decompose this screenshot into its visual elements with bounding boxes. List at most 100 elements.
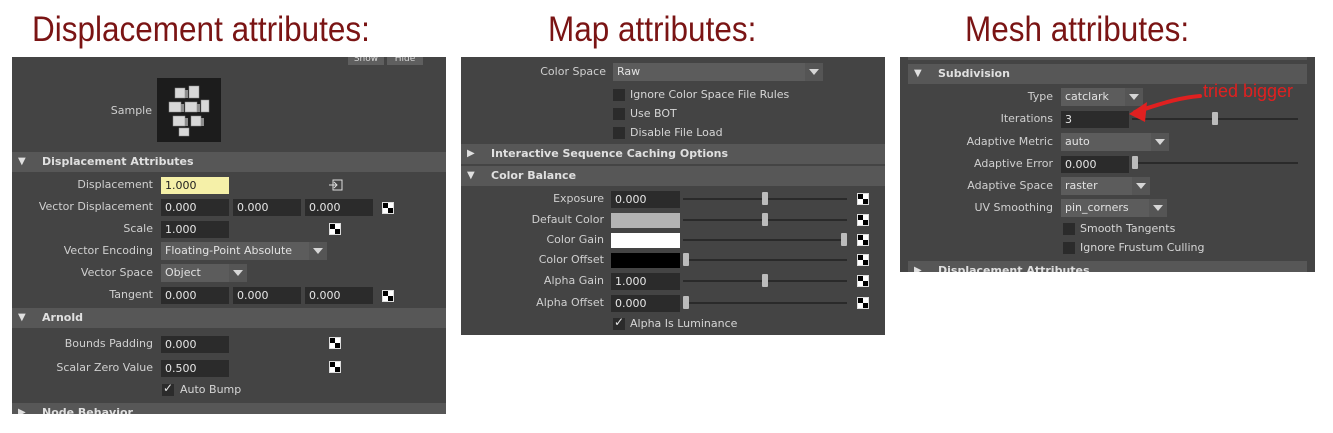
expand-arrow-icon: ▶ (914, 265, 922, 272)
checker-map-icon[interactable] (857, 234, 869, 246)
tangent-label: Tangent (109, 288, 153, 301)
auto-bump-label: Auto Bump (180, 383, 242, 396)
vector-displacement-label: Vector Displacement (38, 200, 153, 213)
auto-bump-checkbox[interactable] (162, 381, 174, 396)
adaptive-metric-label: Adaptive Metric (966, 135, 1053, 148)
displacement-field[interactable]: 1.000 (161, 177, 229, 194)
alpha-gain-slider-handle[interactable] (762, 274, 768, 287)
tangent-x[interactable]: 0.000 (161, 287, 229, 304)
color-offset-label: Color Offset (538, 253, 604, 266)
checker-map-icon[interactable] (857, 193, 869, 205)
expand-arrow-icon: ▶ (467, 148, 475, 159)
color-offset-slider-track[interactable] (683, 259, 847, 261)
section-color-balance[interactable]: ▼ Color Balance (461, 166, 885, 186)
vector-displacement-y[interactable]: 0.000 (233, 199, 301, 216)
adaptive-error-field[interactable]: 0.000 (1061, 156, 1129, 173)
show-button[interactable]: Show (348, 57, 384, 65)
checker-map-icon[interactable] (382, 290, 394, 302)
color-gain-swatch[interactable] (611, 233, 680, 248)
alpha-gain-label: Alpha Gain (543, 274, 604, 287)
expand-arrow-icon: ▶ (18, 407, 26, 414)
adaptive-error-slider-track[interactable] (1132, 162, 1298, 164)
collapse-arrow-icon: ▼ (18, 312, 26, 323)
vector-displacement-x[interactable]: 0.000 (161, 199, 229, 216)
disable-file-load-checkbox[interactable] (613, 127, 625, 139)
vector-encoding-dropdown[interactable]: Floating-Point Absolute (161, 242, 327, 260)
tangent-y[interactable]: 0.000 (233, 287, 301, 304)
displacement-attributes-panel: Show Hide Sample ▼ Displacement Attribut… (12, 57, 446, 414)
exposure-field[interactable]: 0.000 (611, 191, 680, 208)
collapse-arrow-icon: ▼ (18, 156, 26, 167)
alpha-gain-field[interactable]: 1.000 (611, 273, 680, 290)
color-space-label: Color Space (540, 65, 606, 78)
section-displacement-attributes[interactable]: ▼ Displacement Attributes (12, 152, 446, 172)
color-gain-slider-track[interactable] (683, 239, 847, 241)
checker-map-icon[interactable] (329, 223, 341, 235)
alpha-offset-slider-track[interactable] (683, 302, 847, 304)
ignore-frustum-culling-label: Ignore Frustum Culling (1080, 241, 1205, 254)
map-attributes-panel: Color Space Raw Ignore Color Space File … (461, 57, 885, 335)
uv-smoothing-dropdown[interactable]: pin_corners (1061, 199, 1167, 217)
vector-space-label: Vector Space (80, 266, 153, 279)
scale-field[interactable]: 1.000 (161, 221, 229, 238)
bounds-padding-label: Bounds Padding (64, 337, 153, 350)
checker-map-icon[interactable] (857, 254, 869, 266)
section-mesh-displacement-attributes[interactable]: ▶ Displacement Attributes (908, 261, 1307, 272)
use-bot-checkbox[interactable] (613, 108, 625, 120)
default-color-slider-handle[interactable] (762, 213, 768, 226)
checker-map-icon[interactable] (857, 214, 869, 226)
displacement-label: Displacement (77, 178, 153, 191)
color-gain-label: Color Gain (546, 233, 604, 246)
adaptive-space-dropdown[interactable]: raster (1061, 177, 1150, 195)
chevron-down-icon (1151, 133, 1169, 151)
annotation-arrow-icon (1129, 94, 1202, 122)
section-node-behavior[interactable]: ▶ Node Behavior (12, 403, 446, 414)
checker-map-icon[interactable] (382, 202, 394, 214)
color-space-dropdown[interactable]: Raw (613, 63, 823, 81)
scalar-zero-value-field[interactable]: 0.500 (161, 360, 229, 377)
alpha-offset-label: Alpha Offset (536, 296, 604, 309)
section-arnold[interactable]: ▼ Arnold (12, 308, 446, 328)
disable-file-load-label: Disable File Load (630, 126, 723, 139)
adaptive-space-label: Adaptive Space (967, 179, 1053, 192)
ignore-frustum-culling-checkbox[interactable] (1063, 242, 1075, 254)
checker-map-icon[interactable] (857, 297, 869, 309)
default-color-swatch[interactable] (611, 213, 680, 228)
section-interactive-sequence-caching[interactable]: ▶ Interactive Sequence Caching Options (461, 144, 885, 164)
adaptive-metric-dropdown[interactable]: auto (1061, 133, 1169, 151)
bounds-padding-field[interactable]: 0.000 (161, 336, 229, 353)
color-offset-slider-handle[interactable] (683, 253, 689, 266)
color-offset-swatch[interactable] (611, 253, 680, 268)
smooth-tangents-checkbox[interactable] (1063, 223, 1075, 235)
collapse-arrow-icon: ▼ (914, 68, 922, 79)
hide-button[interactable]: Hide (387, 57, 423, 65)
exposure-slider-handle[interactable] (762, 192, 768, 205)
adaptive-error-slider-handle[interactable] (1132, 156, 1138, 169)
checker-map-icon[interactable] (329, 337, 341, 349)
chevron-down-icon (1149, 199, 1167, 217)
alpha-is-luminance-checkbox[interactable] (613, 315, 625, 330)
heading-mesh: Mesh attributes: (965, 10, 1190, 49)
uv-smoothing-label: UV Smoothing (974, 201, 1053, 214)
scalar-zero-value-label: Scalar Zero Value (56, 361, 153, 374)
vector-encoding-label: Vector Encoding (63, 244, 153, 257)
use-bot-label: Use BOT (630, 107, 677, 120)
panel-top-strip (908, 57, 1307, 60)
heading-displacement: Displacement attributes: (32, 10, 370, 49)
heading-map: Map attributes: (548, 10, 757, 49)
chevron-down-icon (309, 242, 327, 260)
checker-map-icon[interactable] (329, 361, 341, 373)
exposure-label: Exposure (553, 192, 604, 205)
color-gain-slider-handle[interactable] (841, 233, 847, 246)
ignore-color-space-rules-checkbox[interactable] (613, 89, 625, 101)
vector-space-dropdown[interactable]: Object (161, 264, 247, 282)
checker-map-icon[interactable] (857, 275, 869, 287)
default-color-label: Default Color (531, 213, 604, 226)
chevron-down-icon (1132, 177, 1150, 195)
alpha-offset-slider-handle[interactable] (683, 296, 689, 309)
tangent-z[interactable]: 0.000 (305, 287, 373, 304)
iterations-slider-handle[interactable] (1212, 112, 1218, 125)
alpha-offset-field[interactable]: 0.000 (611, 295, 680, 312)
map-connection-icon[interactable] (329, 179, 343, 191)
vector-displacement-z[interactable]: 0.000 (305, 199, 373, 216)
